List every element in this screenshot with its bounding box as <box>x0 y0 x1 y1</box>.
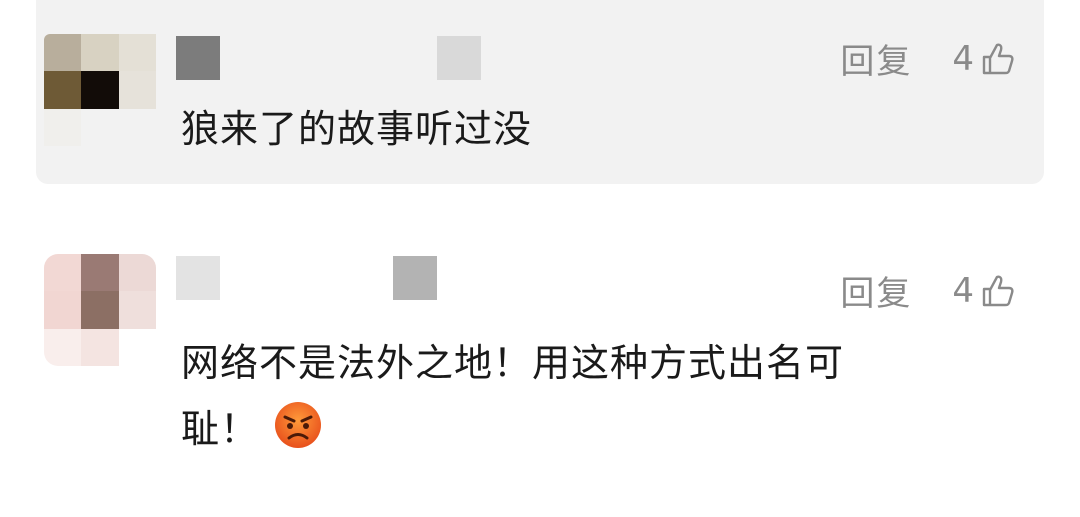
like-count: 4 <box>952 270 974 311</box>
reply-button[interactable]: 回复 <box>840 34 912 83</box>
comment-item: 回复 4 狼来了的故事听过没 <box>0 0 1080 184</box>
angry-face-icon <box>275 402 322 448</box>
comment-text-line: 网络不是法外之地！用这种方式出名可 <box>181 341 845 385</box>
username-mosaic <box>437 36 481 80</box>
avatar[interactable] <box>44 34 156 146</box>
reply-button[interactable]: 回复 <box>840 266 912 315</box>
thumbs-up-icon[interactable] <box>978 271 1018 311</box>
comment-actions: 回复 4 <box>840 34 1018 83</box>
username-mosaic <box>393 256 437 300</box>
comment-text: 狼来了的故事听过没 <box>181 107 533 151</box>
comment-actions: 回复 4 <box>840 266 1018 315</box>
comment-text: 网络不是法外之地！用这种方式出名可 耻！ <box>181 330 981 462</box>
comment-text-line: 耻！ <box>181 396 981 462</box>
username-mosaic[interactable] <box>176 256 220 300</box>
comment-text-fragment: 耻！ <box>181 407 260 451</box>
thumbs-up-icon[interactable] <box>978 39 1018 79</box>
like-count: 4 <box>952 38 974 79</box>
username-mosaic[interactable] <box>176 36 220 80</box>
avatar[interactable] <box>44 254 156 366</box>
comment-item: 回复 4 网络不是法外之地！用这种方式出名可 耻！ <box>0 230 1080 517</box>
